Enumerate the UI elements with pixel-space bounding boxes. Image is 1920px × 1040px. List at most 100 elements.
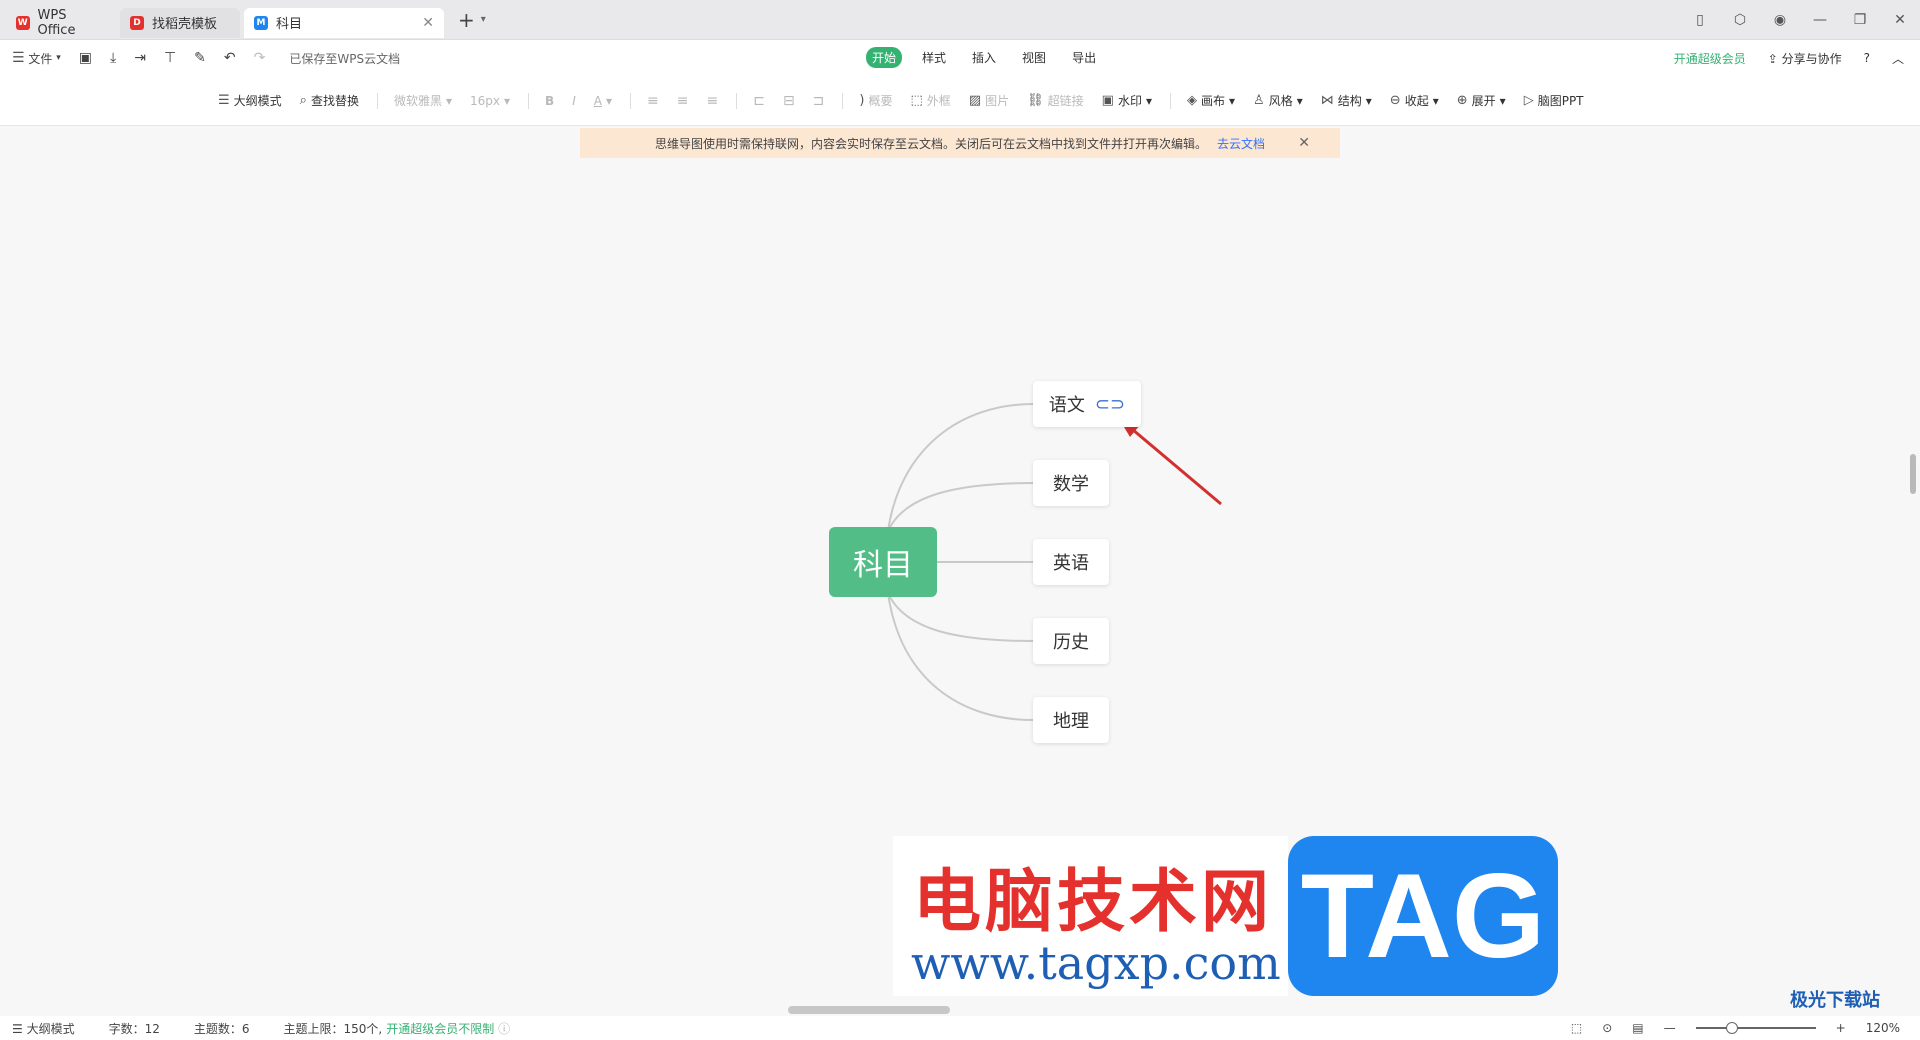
avatar[interactable]: ◉ [1760, 12, 1800, 28]
connector-line [887, 592, 1034, 642]
annotation-arrow [1125, 422, 1222, 506]
export-icon[interactable]: ⇥ [134, 50, 146, 66]
map-icon[interactable]: ▤ [1632, 1021, 1643, 1035]
zoom-in-icon[interactable]: + [1836, 1021, 1846, 1035]
tab-bar: W WPS Office D 找稻壳模板 M 科目 ✕ + ▾ ▯ ⬡ ◉ — … [0, 0, 1920, 40]
tab-wps-office[interactable]: W WPS Office [6, 8, 116, 38]
site-watermark: 电脑技术网 www.tagxp.com [893, 836, 1288, 996]
tab-docer-templates[interactable]: D 找稻壳模板 [120, 7, 240, 38]
frame-button[interactable]: ⬚ 外框 [911, 92, 951, 109]
summary-button[interactable]: ) 概要 [859, 92, 892, 109]
hyperlink-button[interactable]: ⛓ 超链接 [1027, 92, 1084, 109]
topic-label: 历史 [1053, 632, 1089, 653]
collapse-ribbon-icon[interactable]: ︿ [1892, 50, 1904, 67]
divider [736, 92, 738, 109]
align-center-icon[interactable]: ≡ [677, 93, 689, 109]
connector-line [887, 482, 1034, 532]
close-tab-icon[interactable]: ✕ [422, 15, 434, 31]
zoom-level[interactable]: 120% [1866, 1021, 1900, 1035]
help-icon[interactable]: ? [1864, 51, 1870, 65]
tab-mindmap-document[interactable]: M 科目 ✕ [244, 7, 444, 38]
connector-line [887, 403, 1034, 532]
topic-chinese[interactable]: 语文 ⊂⊃ [1033, 381, 1141, 427]
sibling-topic-icon[interactable]: ⊟ [783, 93, 795, 109]
connector-line [887, 592, 1034, 721]
share-icon: ⇪ [1767, 51, 1778, 66]
outline-mode-button[interactable]: ☰ 大纲模式 [218, 92, 282, 109]
share-button[interactable]: ⇪ 分享与协作 [1768, 50, 1842, 67]
hyperlink-icon[interactable]: ⊂⊃ [1095, 394, 1125, 415]
hyperlink-label: 超链接 [1047, 94, 1084, 108]
ribbon-tabs: 开始 样式 插入 视图 导出 [866, 47, 1102, 68]
download-icon[interactable]: ⤓ [110, 50, 116, 66]
list-icon: ☰ [218, 93, 230, 108]
minimize-icon[interactable]: — [1800, 12, 1840, 28]
style-button[interactable]: ♙ 风格 ▾ [1253, 92, 1303, 109]
collapse-button[interactable]: ⊖ 收起 ▾ [1390, 92, 1439, 109]
undo-icon[interactable]: ↶ [224, 50, 236, 66]
zoom-slider-handle[interactable] [1725, 1022, 1738, 1034]
cube-icon[interactable]: ⬡ [1720, 12, 1760, 28]
topic-history[interactable]: 历史 [1033, 618, 1109, 664]
restore-icon[interactable]: ❐ [1840, 12, 1880, 28]
align-left-icon[interactable]: ≡ [647, 93, 659, 109]
image-button[interactable]: ▨ 图片 [969, 92, 1009, 109]
pen-icon[interactable]: ✎ [194, 50, 206, 66]
structure-button[interactable]: ⋈ 结构 ▾ [1321, 92, 1372, 109]
locate-icon[interactable]: ⊙ [1602, 1021, 1612, 1035]
outline-label: 大纲模式 [233, 94, 282, 108]
bold-button[interactable]: B [545, 94, 554, 108]
word-count: 字数：12 [108, 1021, 160, 1036]
zoom-slider[interactable] [1695, 1022, 1816, 1034]
topic-english[interactable]: 英语 [1033, 539, 1109, 585]
outline-mode-status-button[interactable]: ☰ 大纲模式 [12, 1020, 75, 1037]
parent-topic-icon[interactable]: ⊐ [813, 93, 825, 109]
divider [528, 92, 530, 109]
redo-icon[interactable]: ↷ [254, 50, 266, 66]
find-replace-button[interactable]: ⌕ 查找替换 [300, 92, 359, 109]
shirt-icon: ♙ [1253, 93, 1265, 108]
save-status: 已保存至WPS云文档 [289, 51, 401, 66]
topic-geography[interactable]: 地理 [1033, 697, 1109, 743]
tab-label: 科目 [276, 17, 303, 32]
italic-button[interactable]: I [572, 94, 576, 108]
expand-button[interactable]: ⊕ 展开 ▾ [1457, 92, 1506, 109]
mindmap-ppt-button[interactable]: ▷ 脑图PPT [1524, 92, 1584, 109]
watermark-button[interactable]: ▣ 水印 ▾ [1102, 92, 1152, 109]
go-cloud-docs-link[interactable]: 去云文档 [1217, 135, 1265, 152]
font-family-select[interactable]: 微软雅黑 ▾ [394, 92, 452, 109]
root-topic[interactable]: 科目 [829, 527, 937, 597]
tag-logo: TAG [1288, 836, 1558, 996]
format-painter-icon[interactable]: ⊤ [164, 50, 176, 66]
tab-view[interactable]: 视图 [1016, 47, 1052, 68]
watermark-url: www.tagxp.com [911, 936, 1281, 990]
notice-text: 思维导图使用时需保持联网，内容会实时保存至云文档。关闭后可在云文档中找到文件并打… [654, 136, 1207, 151]
vip-unlimited-link[interactable]: 开通超级会员不限制 ⓘ [386, 1020, 510, 1037]
root-topic-label: 科目 [853, 548, 913, 583]
divider [1170, 92, 1171, 109]
topic-math[interactable]: 数学 [1033, 460, 1109, 506]
close-window-icon[interactable]: ✕ [1880, 12, 1920, 28]
font-size-select[interactable]: 16px ▾ [470, 94, 510, 108]
vertical-scrollbar[interactable] [1910, 454, 1916, 494]
vip-button[interactable]: 开通超级会员 [1674, 50, 1746, 67]
horizontal-scrollbar[interactable] [788, 1006, 950, 1014]
select-icon[interactable]: ⬚ [1571, 1021, 1582, 1035]
tab-style[interactable]: 样式 [916, 47, 952, 68]
tab-insert[interactable]: 插入 [966, 47, 1002, 68]
file-menu[interactable]: ☰ 文件 ▾ [12, 50, 61, 67]
align-right-icon[interactable]: ≡ [706, 93, 718, 109]
layout-icon[interactable]: ▯ [1680, 12, 1720, 28]
tab-export[interactable]: 导出 [1066, 47, 1102, 68]
zoom-out-icon[interactable]: — [1664, 1021, 1676, 1035]
save-icon[interactable]: ▣ [79, 50, 92, 66]
tab-start[interactable]: 开始 [866, 47, 903, 68]
sub-topic-icon[interactable]: ⊏ [753, 93, 765, 109]
canvas-button[interactable]: ◈ 画布 ▾ [1187, 92, 1235, 109]
paint-bucket-icon: ◈ [1187, 93, 1197, 108]
collapse-label: 收起 [1404, 94, 1429, 108]
site-logo-2: 极光下载站 [1790, 990, 1880, 1011]
font-color-button[interactable]: A ▾ [594, 94, 612, 108]
new-tab-button[interactable]: + ▾ [458, 8, 486, 32]
close-icon[interactable]: ✕ [1298, 135, 1310, 151]
